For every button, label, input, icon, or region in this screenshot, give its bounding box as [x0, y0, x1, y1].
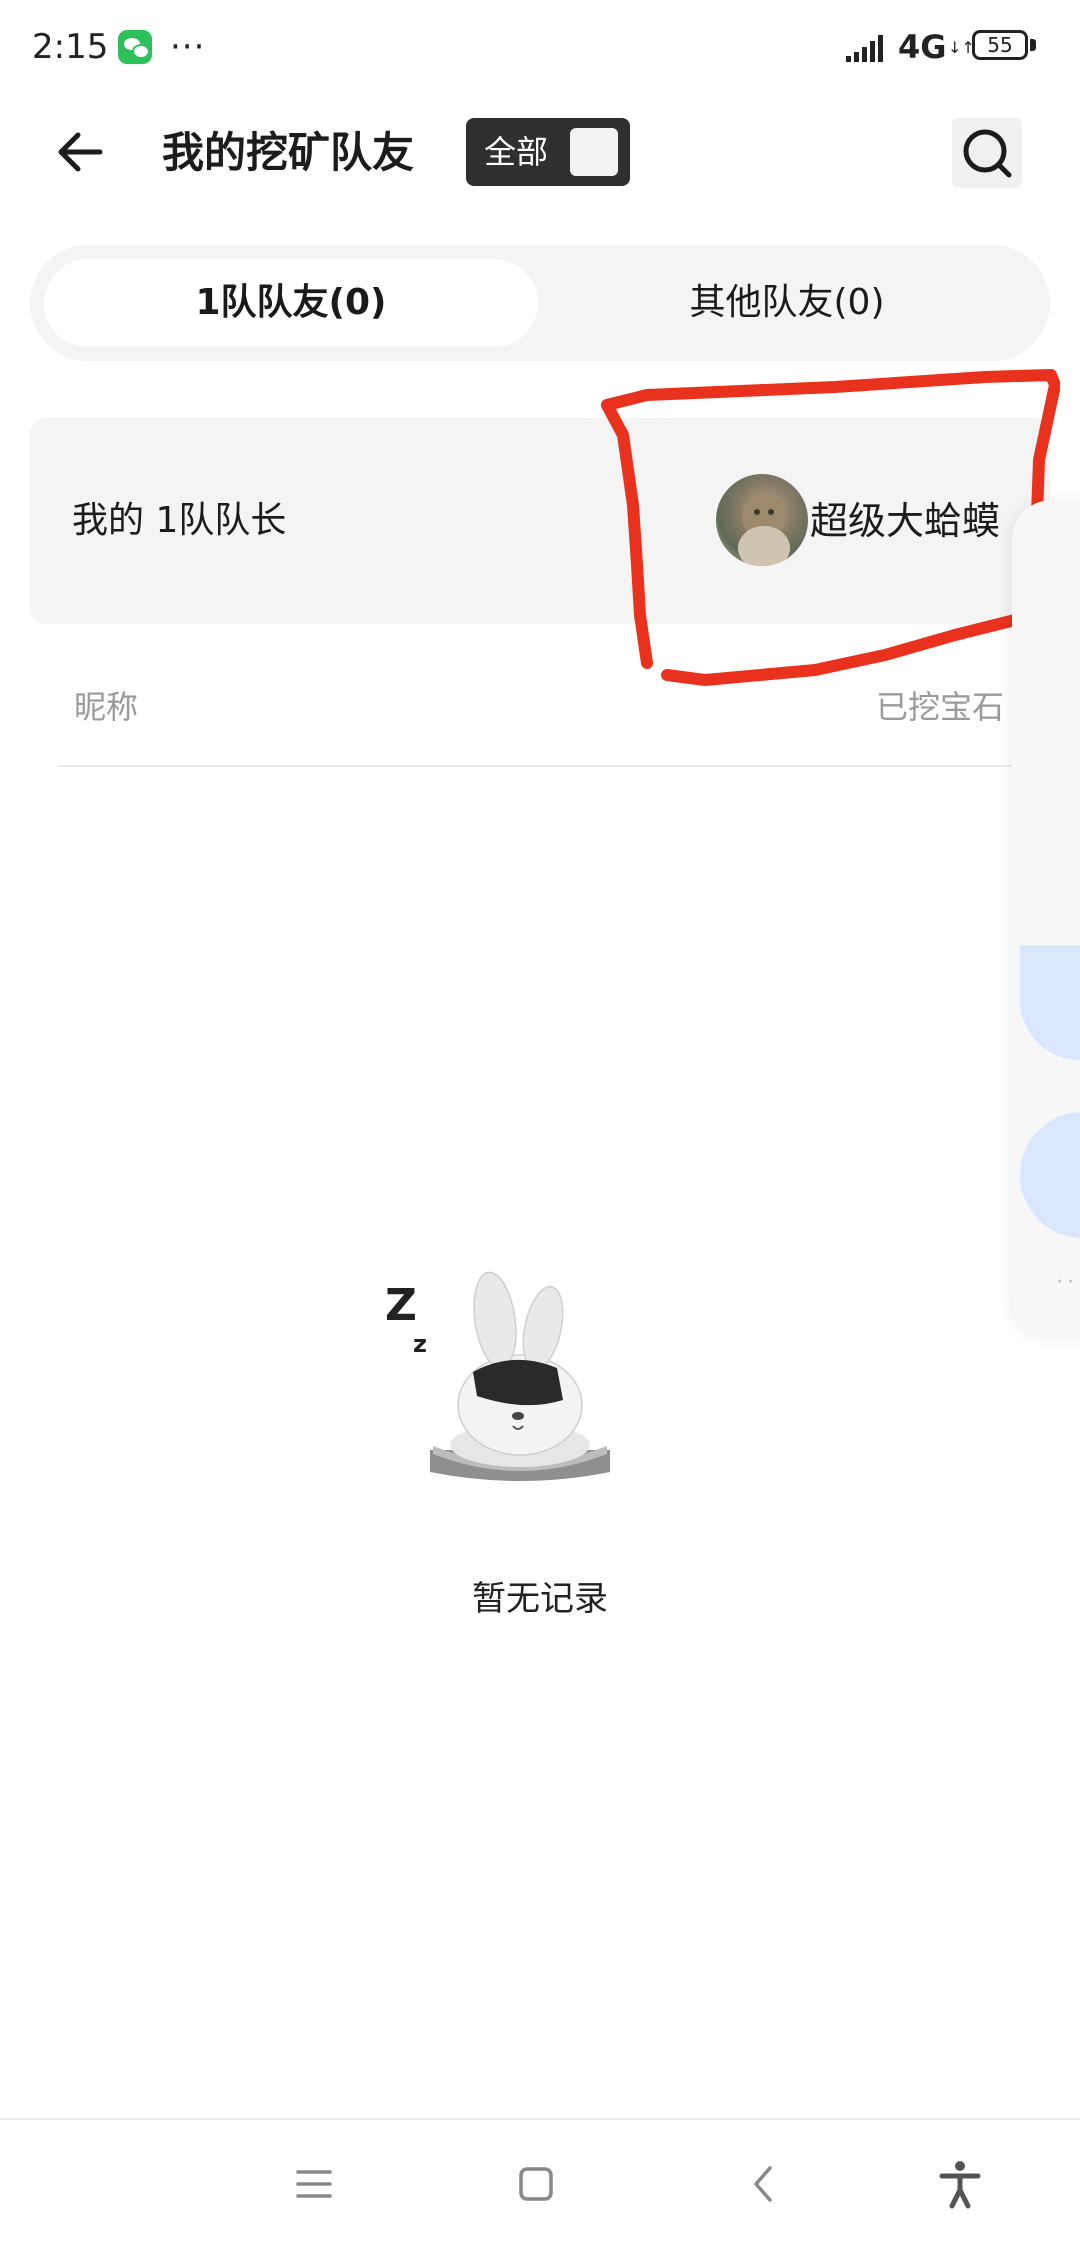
back-chevron-icon[interactable]: [734, 2154, 794, 2214]
column-header-gems: 已挖宝石: [875, 688, 1004, 726]
network-activity-icon: ↓↑: [948, 38, 975, 57]
status-time: 2:15: [32, 27, 109, 67]
system-nav-bar: [0, 2120, 1080, 2248]
filter-label: 全部: [484, 133, 549, 171]
captain-label: 我的 1队队长: [72, 500, 287, 541]
accessibility-icon[interactable]: [930, 2154, 990, 2214]
divider: [58, 765, 1022, 767]
filter-toggle[interactable]: 全部: [466, 118, 630, 186]
battery-cap: [1030, 39, 1036, 51]
more-icon[interactable]: ··: [1056, 1270, 1078, 1295]
tab-other-teammates[interactable]: 其他队友(0): [538, 259, 1036, 347]
arrow-left-icon[interactable]: [50, 122, 110, 182]
annotation-highlight: [601, 369, 1060, 686]
checkbox-icon[interactable]: [570, 128, 618, 176]
wechat-icon: [118, 30, 152, 64]
svg-text:Z: Z: [385, 1280, 417, 1331]
team-tabs: 1队队友(0) 其他队友(0): [30, 245, 1050, 361]
svg-text:z: z: [413, 1330, 427, 1358]
sleeping-rabbit-illustration: Z z: [385, 1271, 610, 1481]
search-icon: [963, 129, 1012, 178]
tab-label: 1队队友(0): [195, 282, 387, 323]
network-type: 4G: [898, 28, 947, 66]
page-title: 我的挖矿队友: [162, 128, 415, 177]
battery-icon: 55: [972, 30, 1028, 60]
search-button[interactable]: [952, 118, 1022, 188]
tab-team-1[interactable]: 1队队友(0): [44, 259, 538, 347]
tab-label: 其他队友(0): [689, 282, 885, 323]
signal-icon: [846, 35, 883, 62]
empty-state-text: 暂无记录: [472, 1579, 608, 1619]
home-square-icon[interactable]: [506, 2154, 566, 2214]
column-header-nickname: 昵称: [74, 688, 139, 726]
more-notifications-icon: ···: [170, 27, 206, 67]
battery-level: 55: [987, 33, 1013, 57]
menu-icon[interactable]: [284, 2154, 344, 2214]
